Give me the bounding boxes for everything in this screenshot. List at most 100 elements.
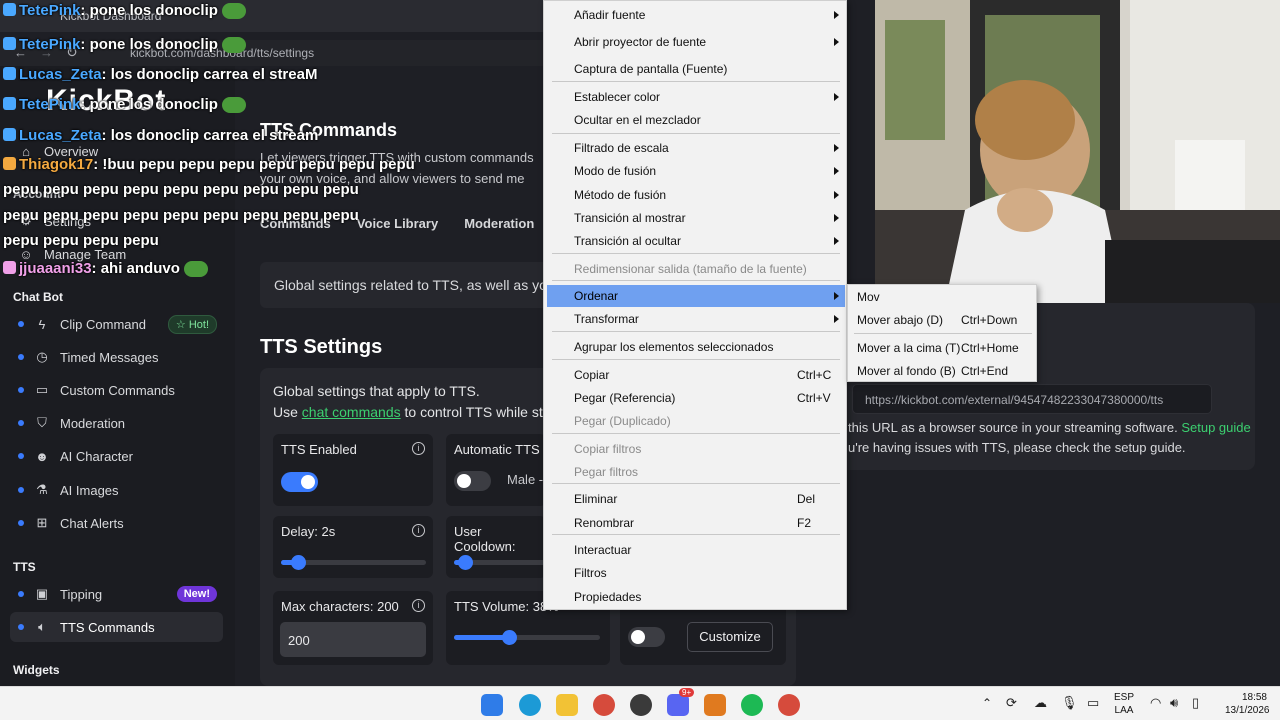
sidebar-item-label: Timed Messages: [60, 349, 159, 365]
tab-moderation[interactable]: Moderation: [464, 216, 534, 231]
sidebar-item-ai-images[interactable]: ⚗ AI Images: [10, 475, 223, 505]
menu-item-label: Transición al mostrar: [574, 211, 686, 225]
spotify-icon[interactable]: [741, 694, 763, 716]
chat-message: pepu pepu pepu pepu pepu pepu pepu pepu …: [3, 181, 359, 198]
menu-item[interactable]: Filtros: [547, 562, 845, 584]
taskbar: 9+ ⌃ ⟳ ☁ 🎙︎ ▭ ESP LAA ◠ 🔊︎ ▯ 18:58 13/1/…: [0, 686, 1280, 720]
tip-icon: ▣: [35, 586, 49, 601]
user-cooldown-slider[interactable]: [454, 555, 546, 570]
voice-select[interactable]: Male -: [507, 472, 543, 487]
sidebar-item-tts-commands[interactable]: 🔈︎ TTS Commands: [10, 612, 223, 642]
bolt-icon: ϟ: [38, 316, 46, 332]
menu-item[interactable]: Transformar: [547, 308, 845, 330]
file-explorer-icon[interactable]: [556, 694, 578, 716]
menu-item[interactable]: Copiar Ctrl+C: [547, 364, 845, 386]
automatic-tts-label: Automatic TTS: [454, 442, 540, 457]
menu-item[interactable]: Agrupar los elementos seleccionados: [547, 336, 845, 358]
menu-item[interactable]: Establecer color: [547, 86, 845, 108]
cloud-icon[interactable]: ☁: [1034, 695, 1047, 711]
edge-icon[interactable]: [519, 694, 541, 716]
menu-item-shortcut: Del: [797, 492, 816, 506]
chat-text: : los donoclip carrea el streaM: [101, 66, 318, 83]
sidebar-item-moderation[interactable]: ⛉ Moderation: [10, 408, 223, 438]
discord-icon[interactable]: 9+: [667, 688, 695, 716]
menu-separator: [552, 433, 840, 434]
sidebar-item-custom-commands[interactable]: ▭ Custom Commands: [10, 375, 223, 405]
submenu-item[interactable]: Mover abajo (D) Ctrl+Down: [851, 309, 1035, 331]
submenu-arrow-icon: [834, 237, 839, 245]
menu-item[interactable]: Ocultar en el mezclador: [547, 109, 845, 131]
chrome-icon-2[interactable]: [778, 694, 800, 716]
chevron-up-icon[interactable]: ⌃: [982, 696, 992, 710]
chat-commands-link[interactable]: chat commands: [302, 404, 401, 420]
menu-item[interactable]: Propiedades: [547, 586, 845, 608]
customize-button[interactable]: Customize: [687, 622, 773, 652]
menu-item[interactable]: Pegar (Referencia) Ctrl+V: [547, 387, 845, 409]
menu-item-label: Renombrar: [574, 516, 635, 530]
mic-icon[interactable]: 🎙︎: [1061, 695, 1078, 711]
tts-volume-slider[interactable]: [454, 630, 600, 645]
chat-text: : pone los donoclip: [80, 36, 218, 53]
menu-item[interactable]: Abrir proyector de fuente: [547, 31, 845, 53]
info-icon[interactable]: i: [412, 442, 425, 455]
delay-label: Delay: 2s: [281, 524, 336, 539]
max-characters-input[interactable]: 200: [280, 622, 426, 657]
menu-item[interactable]: Captura de pantalla (Fuente): [547, 58, 845, 80]
submenu-item[interactable]: Mover al fondo (B) Ctrl+End: [851, 360, 1035, 382]
sidebar-item-ai-character[interactable]: ☻ AI Character: [10, 441, 223, 471]
sidebar-item-tipping[interactable]: ▣ Tipping New!: [10, 579, 223, 609]
menu-item[interactable]: Modo de fusión: [547, 160, 845, 182]
chat-message: pepu pepu pepu pepu pepu pepu pepu pepu …: [3, 207, 359, 224]
battery-icon[interactable]: ▯: [1192, 695, 1199, 711]
global-settings-card[interactable]: Global settings related to TTS, as well …: [260, 262, 550, 308]
user-badge-icon: [3, 97, 16, 110]
menu-item[interactable]: Filtrado de escala: [547, 137, 845, 159]
sidebar-item-timed-messages[interactable]: ◷ Timed Messages: [10, 342, 223, 372]
app-icon[interactable]: [704, 694, 726, 716]
user-badge-icon: [3, 261, 16, 274]
sync-icon[interactable]: ⟳: [1006, 695, 1017, 711]
menu-item[interactable]: Renombrar F2: [547, 512, 845, 534]
obs-icon[interactable]: [630, 694, 652, 716]
menu-item[interactable]: Eliminar Del: [547, 488, 845, 510]
sidebar-item-chat-alerts[interactable]: ⊞ Chat Alerts: [10, 508, 223, 538]
user-cooldown-label: User Cooldown:: [454, 524, 516, 554]
submenu-item[interactable]: Mover a la cima (T) Ctrl+Home: [851, 337, 1035, 359]
submenu-arrow-icon: [834, 292, 839, 300]
browser-source-url[interactable]: https://kickbot.com/external/94547482233…: [852, 384, 1212, 414]
info-icon[interactable]: i: [412, 524, 425, 537]
display-icon[interactable]: ▭: [1087, 695, 1099, 711]
menu-item-label: Transformar: [574, 312, 639, 326]
menu-item-label: Copiar filtros: [574, 442, 642, 456]
bullet-dot: [18, 591, 24, 597]
clock-icon: ◷: [36, 349, 48, 364]
wifi-icon[interactable]: ◠: [1150, 695, 1161, 711]
chrome-icon[interactable]: [593, 694, 615, 716]
automatic-tts-toggle[interactable]: [454, 471, 491, 491]
voice-toggle[interactable]: [628, 627, 665, 647]
setup-guide-link[interactable]: Setup guide: [1181, 420, 1250, 435]
context-menu: Añadir fuente Abrir proyector de fuente Ca…: [543, 0, 847, 610]
user-badge-icon: [3, 128, 16, 141]
menu-item[interactable]: Transición al ocultar: [547, 230, 845, 252]
tab-voice-library[interactable]: Voice Library: [357, 216, 438, 231]
delay-slider[interactable]: [281, 555, 426, 570]
menu-item[interactable]: Interactuar: [547, 539, 845, 561]
menu-item[interactable]: Ordenar: [547, 285, 845, 307]
chat-message: Lucas_Zeta: los donoclip carrea el strea…: [3, 66, 317, 83]
submenu-item[interactable]: Mov: [851, 286, 1035, 308]
windows-start-icon[interactable]: [481, 694, 503, 716]
menu-separator: [854, 333, 1032, 334]
sidebar-section-chatbot: Chat Bot: [13, 290, 63, 304]
menu-item[interactable]: Transición al mostrar: [547, 207, 845, 229]
menu-item[interactable]: Añadir fuente: [547, 4, 845, 26]
menu-item[interactable]: Método de fusión: [547, 184, 845, 206]
browser-source-help: u're having issues with TTS, please chec…: [848, 440, 1186, 455]
clock[interactable]: 18:58 13/1/2026: [1225, 691, 1270, 717]
tts-enabled-toggle[interactable]: [281, 472, 318, 492]
volume-icon[interactable]: 🔊︎: [1170, 695, 1178, 711]
language-indicator[interactable]: ESP LAA: [1114, 691, 1134, 717]
info-icon[interactable]: i: [412, 599, 425, 612]
sidebar-item-clip-command[interactable]: ϟ Clip Command ☆ Hot!: [10, 309, 223, 339]
chat-message: TetePink: pone los donoclip: [3, 36, 246, 54]
